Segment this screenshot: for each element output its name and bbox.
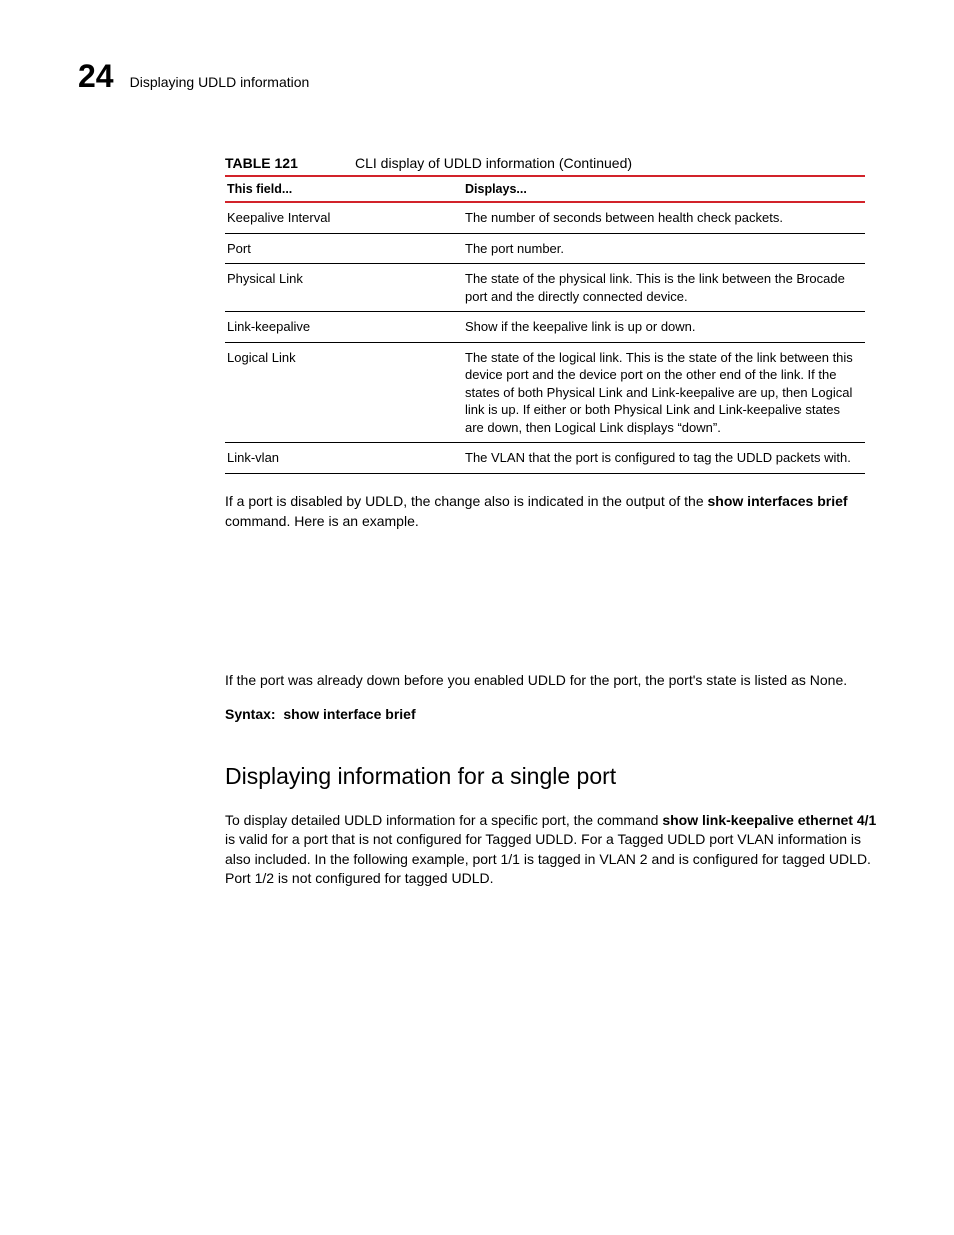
table-title: CLI display of UDLD information (Continu… [355, 155, 632, 171]
paragraph: If the port was already down before you … [225, 671, 880, 691]
col-header-field: This field... [225, 177, 463, 202]
text: If a port is disabled by UDLD, the chang… [225, 493, 708, 509]
cell-desc: Show if the keepalive link is up or down… [463, 312, 865, 343]
cell-field: Port [225, 233, 463, 264]
table-121: TABLE 121 CLI display of UDLD informatio… [225, 155, 865, 474]
table-caption: TABLE 121 CLI display of UDLD informatio… [225, 155, 865, 177]
command-text: show link-keepalive ethernet 4/1 [662, 812, 876, 828]
header-title: Displaying UDLD information [130, 74, 310, 90]
paragraph: To display detailed UDLD information for… [225, 811, 880, 889]
cell-field: Link-vlan [225, 443, 463, 474]
table-row: Port The port number. [225, 233, 865, 264]
table-label: TABLE 121 [225, 155, 355, 171]
cell-desc: The port number. [463, 233, 865, 264]
text: To display detailed UDLD information for… [225, 812, 662, 828]
col-header-displays: Displays... [463, 177, 865, 202]
cell-field: Logical Link [225, 342, 463, 443]
cell-desc: The number of seconds between health che… [463, 202, 865, 233]
table-row: Physical Link The state of the physical … [225, 264, 865, 312]
table-row: Keepalive Interval The number of seconds… [225, 202, 865, 233]
cell-desc: The VLAN that the port is configured to … [463, 443, 865, 474]
document-page: 24 Displaying UDLD information TABLE 121… [0, 0, 954, 949]
udld-fields-table: This field... Displays... Keepalive Inte… [225, 177, 865, 474]
chapter-number: 24 [78, 58, 114, 95]
page-header: 24 Displaying UDLD information [78, 58, 876, 95]
command-text: show interfaces brief [708, 493, 848, 509]
cell-desc: The state of the physical link. This is … [463, 264, 865, 312]
section-heading: Displaying information for a single port [225, 760, 880, 792]
text: command. Here is an example. [225, 513, 419, 529]
syntax-line: Syntax: show interface brief [225, 705, 880, 725]
paragraph: If a port is disabled by UDLD, the chang… [225, 492, 880, 531]
body-content: If a port is disabled by UDLD, the chang… [225, 492, 880, 889]
table-row: Logical Link The state of the logical li… [225, 342, 865, 443]
cell-field: Keepalive Interval [225, 202, 463, 233]
cell-field: Link-keepalive [225, 312, 463, 343]
cell-desc: The state of the logical link. This is t… [463, 342, 865, 443]
text: is valid for a port that is not configur… [225, 831, 871, 886]
table-row: Link-keepalive Show if the keepalive lin… [225, 312, 865, 343]
table-row: Link-vlan The VLAN that the port is conf… [225, 443, 865, 474]
cell-field: Physical Link [225, 264, 463, 312]
